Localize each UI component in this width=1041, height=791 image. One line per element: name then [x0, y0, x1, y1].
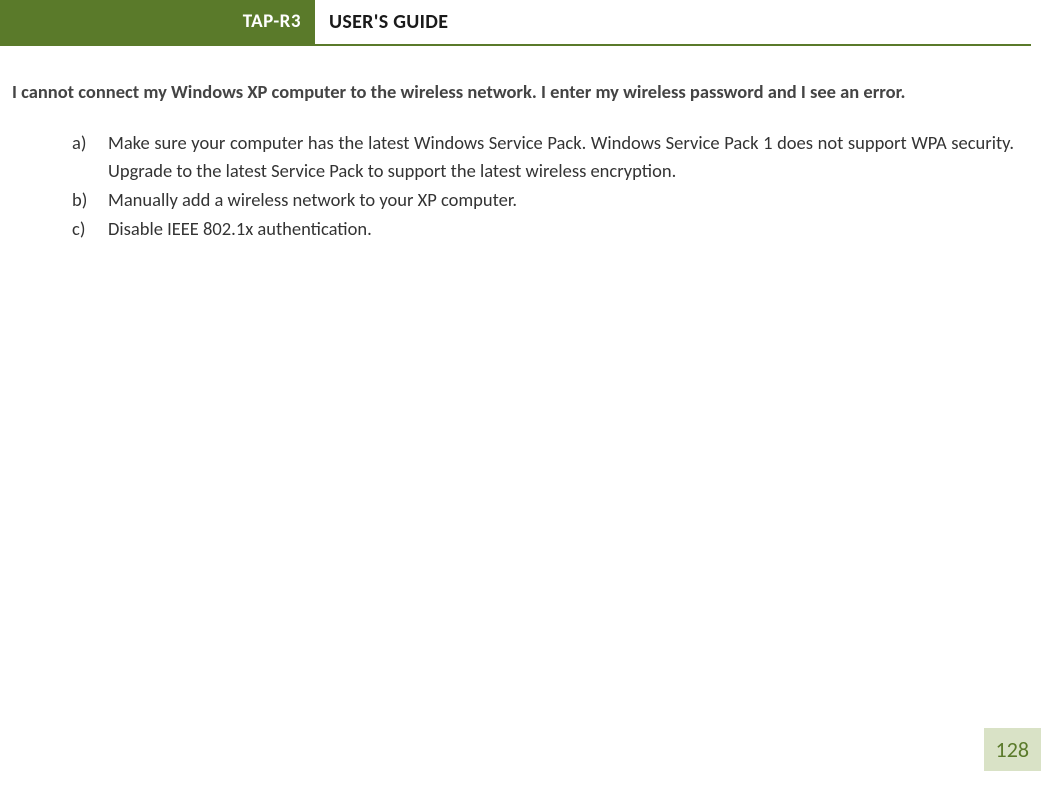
document-title: USER'S GUIDE	[315, 0, 462, 44]
page-number: 128	[984, 728, 1041, 771]
faq-question: I cannot connect my Windows XP computer …	[12, 78, 1029, 107]
list-text: Manually add a wireless network to your …	[108, 186, 1029, 215]
list-marker: a)	[72, 129, 108, 186]
document-header: TAP-R3 USER'S GUIDE	[0, 0, 1031, 46]
list-item: b) Manually add a wireless network to yo…	[72, 186, 1029, 215]
list-marker: c)	[72, 215, 108, 244]
answer-list: a) Make sure your computer has the lates…	[12, 129, 1029, 244]
list-item: a) Make sure your computer has the lates…	[72, 129, 1029, 186]
list-text: Disable IEEE 802.1x authentication.	[108, 215, 1029, 244]
list-text: Make sure your computer has the latest W…	[108, 129, 1029, 186]
list-item: c) Disable IEEE 802.1x authentication.	[72, 215, 1029, 244]
page-content: I cannot connect my Windows XP computer …	[0, 46, 1041, 243]
product-badge: TAP-R3	[0, 0, 315, 44]
list-marker: b)	[72, 186, 108, 215]
